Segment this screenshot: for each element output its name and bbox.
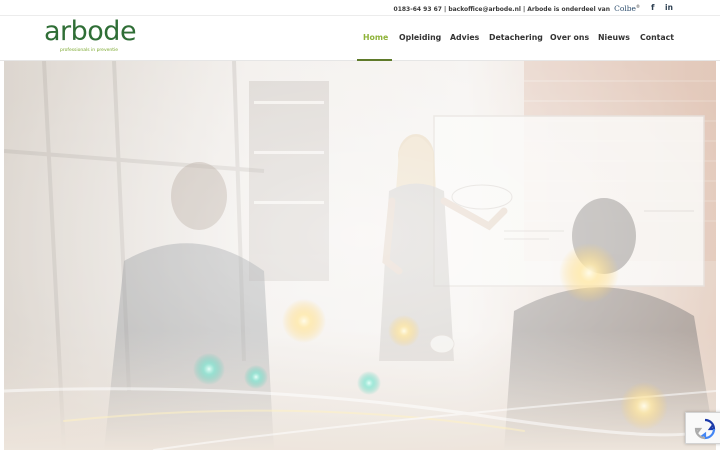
facebook-icon[interactable]: f [651, 3, 654, 12]
email-link[interactable]: backoffice@arbode.nl [448, 6, 521, 13]
recaptcha-badge[interactable] [685, 412, 720, 444]
office-presentation-photo [4, 61, 716, 450]
colbe-logo[interactable]: Colbe [614, 4, 636, 13]
group-text: Arbode is onderdeel van [527, 6, 610, 13]
phone-number[interactable]: 0183-64 93 67 [394, 6, 442, 13]
hero-banner [4, 61, 716, 450]
logo-wordmark: arbode [44, 16, 137, 47]
nav-nieuws[interactable]: Nieuws [598, 33, 630, 42]
nav-advies[interactable]: Advies [450, 33, 479, 42]
site-header: arbode professionals in preventie Home O… [0, 16, 720, 61]
contact-info: 0183-64 93 67 | backoffice@arbode.nl | A… [393, 4, 640, 13]
nav-over-ons[interactable]: Over ons [550, 33, 589, 42]
nav-detachering[interactable]: Detachering [489, 33, 543, 42]
recaptcha-icon [694, 418, 716, 440]
nav-opleiding[interactable]: Opleiding [399, 33, 441, 42]
top-info-bar: 0183-64 93 67 | backoffice@arbode.nl | A… [0, 0, 720, 16]
linkedin-icon[interactable]: in [665, 3, 673, 12]
nav-home[interactable]: Home [363, 33, 388, 42]
logo-tagline: professionals in preventie [60, 48, 119, 53]
nav-contact[interactable]: Contact [640, 33, 674, 42]
arbode-logo[interactable]: arbode professionals in preventie [44, 16, 144, 57]
